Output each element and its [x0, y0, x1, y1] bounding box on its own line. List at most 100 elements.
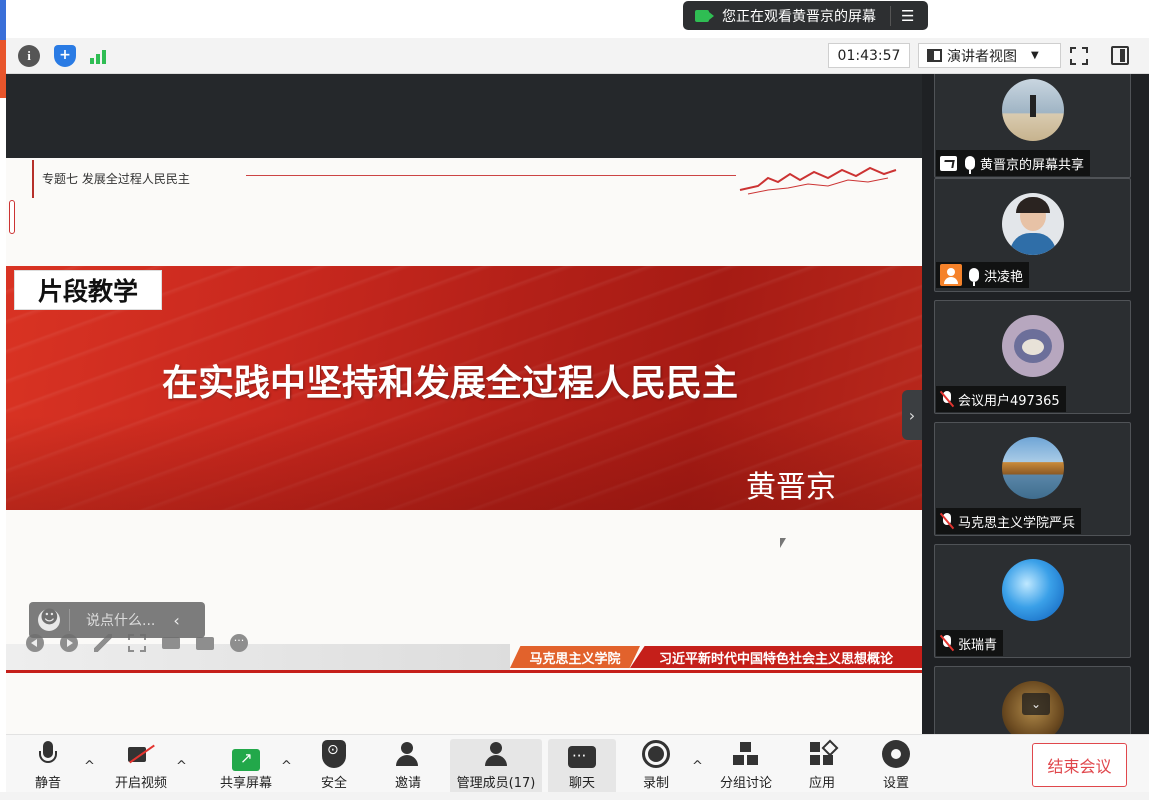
participant-name-chip: 会议用户497365	[936, 386, 1066, 412]
gear-icon	[882, 740, 910, 768]
settings-button[interactable]: 设置	[876, 739, 916, 797]
screen-share-icon	[940, 155, 957, 171]
chat-divider	[69, 609, 70, 631]
share-screen-button[interactable]: 共享屏幕	[212, 739, 280, 797]
microphone-icon	[969, 268, 979, 286]
breakout-button[interactable]: 分组讨论	[714, 739, 778, 797]
meeting-window: 您正在观看黄晋京的屏幕 ☰ i + 01:43:57 演讲者视图 ▼ 专题七 发…	[0, 0, 1149, 800]
bottom-toolbar: 静音 ^ 开启视频 ^ 共享屏幕 ^ 安全 邀请 管理成员(17) 聊天	[6, 734, 1149, 800]
window-accent-strip-blue	[0, 0, 6, 40]
window-bottom-edge	[0, 792, 1149, 800]
fullscreen-icon[interactable]	[1070, 47, 1088, 65]
mute-button[interactable]: 静音	[28, 739, 68, 797]
invite-label: 邀请	[394, 776, 421, 791]
participant-name: 张瑞青	[958, 637, 998, 653]
sidebar-toggle-icon[interactable]	[1111, 46, 1129, 65]
chevron-up-icon[interactable]: ^	[281, 759, 292, 774]
apps-label: 应用	[808, 776, 835, 791]
shared-screen-area: 专题七 发展全过程人民民主 片段教学 在实践中坚持和发展全过程人民民主 黄晋京 …	[6, 74, 922, 746]
scroll-down-button[interactable]: ⌄	[1022, 693, 1050, 715]
screen-share-icon	[695, 9, 714, 22]
microphone-icon	[965, 156, 975, 174]
end-meeting-button[interactable]: 结束会议	[1032, 743, 1127, 787]
record-icon	[642, 740, 670, 768]
record-button[interactable]: 录制	[636, 739, 676, 797]
participant-name: 洪凌艳	[984, 269, 1024, 285]
participant-tile[interactable]: 马克思主义学院严兵	[934, 422, 1131, 536]
avatar	[1002, 193, 1064, 255]
chat-placeholder[interactable]: 说点什么...	[86, 610, 155, 630]
avatar	[1002, 437, 1064, 499]
view-mode-dropdown[interactable]: 演讲者视图 ▼	[918, 43, 1061, 68]
participant-tile[interactable]: 黄晋京的屏幕共享	[934, 74, 1131, 178]
avatar	[1002, 79, 1064, 141]
great-wall-icon	[739, 166, 897, 195]
participant-tile[interactable]: 洪凌艳	[934, 178, 1131, 292]
pill-divider	[890, 5, 891, 26]
slide-title: 在实践中坚持和发展全过程人民民主	[161, 362, 738, 404]
participant-name-chip: 张瑞青	[936, 630, 1004, 656]
topic-bar	[32, 160, 34, 198]
safety-button[interactable]: 安全	[312, 739, 356, 797]
slide-topic: 专题七 发展全过程人民民主	[42, 172, 190, 186]
avatar	[1002, 315, 1064, 377]
chat-icon	[568, 746, 596, 768]
chevron-up-icon[interactable]: ^	[84, 759, 95, 774]
participant-name: 马克思主义学院严兵	[958, 515, 1076, 531]
person-icon	[940, 264, 962, 286]
footer-line	[6, 670, 922, 673]
signal-icon[interactable]	[88, 45, 110, 67]
shield-icon[interactable]: +	[54, 45, 76, 67]
annotation-icon[interactable]	[196, 637, 214, 650]
meeting-timer: 01:43:57	[828, 43, 910, 68]
share-label: 共享屏幕	[219, 776, 272, 791]
manage-members-button[interactable]: 管理成员(17)	[450, 739, 542, 797]
participant-tile[interactable]: 会议用户497365	[934, 300, 1131, 414]
emoji-icon[interactable]	[38, 607, 60, 631]
header-rule	[246, 175, 736, 176]
chevron-up-icon[interactable]: ^	[692, 759, 703, 774]
viewing-status-pill[interactable]: 您正在观看黄晋京的屏幕 ☰	[683, 1, 928, 30]
view-mode-label: 演讲者视图	[947, 48, 1017, 65]
viewing-status-text: 您正在观看黄晋京的屏幕	[722, 8, 876, 25]
participant-name-chip: 黄晋京的屏幕共享	[936, 150, 1091, 176]
collapse-gallery-button[interactable]: ›	[902, 390, 922, 440]
top-bar: 您正在观看黄晋京的屏幕 ☰	[0, 0, 1149, 38]
list-icon[interactable]: ☰	[901, 7, 914, 25]
more-icon[interactable]: ···	[230, 634, 248, 652]
add-user-icon	[394, 740, 422, 768]
video-button[interactable]: 开启视频	[108, 739, 174, 797]
footer-department: 马克思主义学院	[510, 646, 640, 668]
apps-button[interactable]: 应用	[802, 739, 842, 797]
microphone-icon	[34, 740, 62, 768]
safety-label: 安全	[320, 776, 347, 791]
chevron-left-icon[interactable]: ‹	[173, 611, 179, 630]
members-icon	[482, 740, 510, 768]
participant-gallery: 黄晋京的屏幕共享 洪凌艳 会议用户497365 马克思主义学院严兵 张瑞青	[922, 74, 1149, 734]
chevron-down-icon: ▼	[1031, 50, 1039, 61]
breakout-label: 分组讨论	[719, 776, 772, 791]
chat-label: 聊天	[568, 776, 595, 791]
apps-icon	[808, 740, 836, 768]
presentation-slide: 专题七 发展全过程人民民主 片段教学 在实践中坚持和发展全过程人民民主 黄晋京 …	[6, 158, 922, 746]
meeting-info-bar: i + 01:43:57 演讲者视图 ▼	[6, 38, 1149, 74]
invite-button[interactable]: 邀请	[386, 739, 430, 797]
members-label: 管理成员(17)	[456, 776, 536, 791]
slide-author: 黄晋京	[746, 470, 836, 505]
microphone-muted-icon	[940, 635, 954, 651]
participant-name: 黄晋京的屏幕共享	[980, 157, 1085, 173]
video-off-icon	[127, 740, 155, 768]
camera-icon[interactable]	[162, 637, 180, 649]
chevron-up-icon[interactable]: ^	[176, 759, 187, 774]
chat-button[interactable]: 聊天	[548, 739, 616, 797]
participant-tile[interactable]: 张瑞青	[934, 544, 1131, 658]
breakout-rooms-icon	[732, 740, 760, 768]
video-label: 开启视频	[114, 776, 167, 791]
settings-label: 设置	[882, 776, 909, 791]
participant-name-chip: 马克思主义学院严兵	[936, 508, 1082, 534]
shield-icon	[322, 740, 346, 768]
participant-name: 会议用户497365	[958, 393, 1060, 409]
footer-course: 习近平新时代中国特色社会主义思想概论	[630, 646, 922, 668]
quick-chat-input[interactable]: 说点什么... ‹	[29, 602, 205, 638]
info-icon[interactable]: i	[18, 45, 40, 67]
